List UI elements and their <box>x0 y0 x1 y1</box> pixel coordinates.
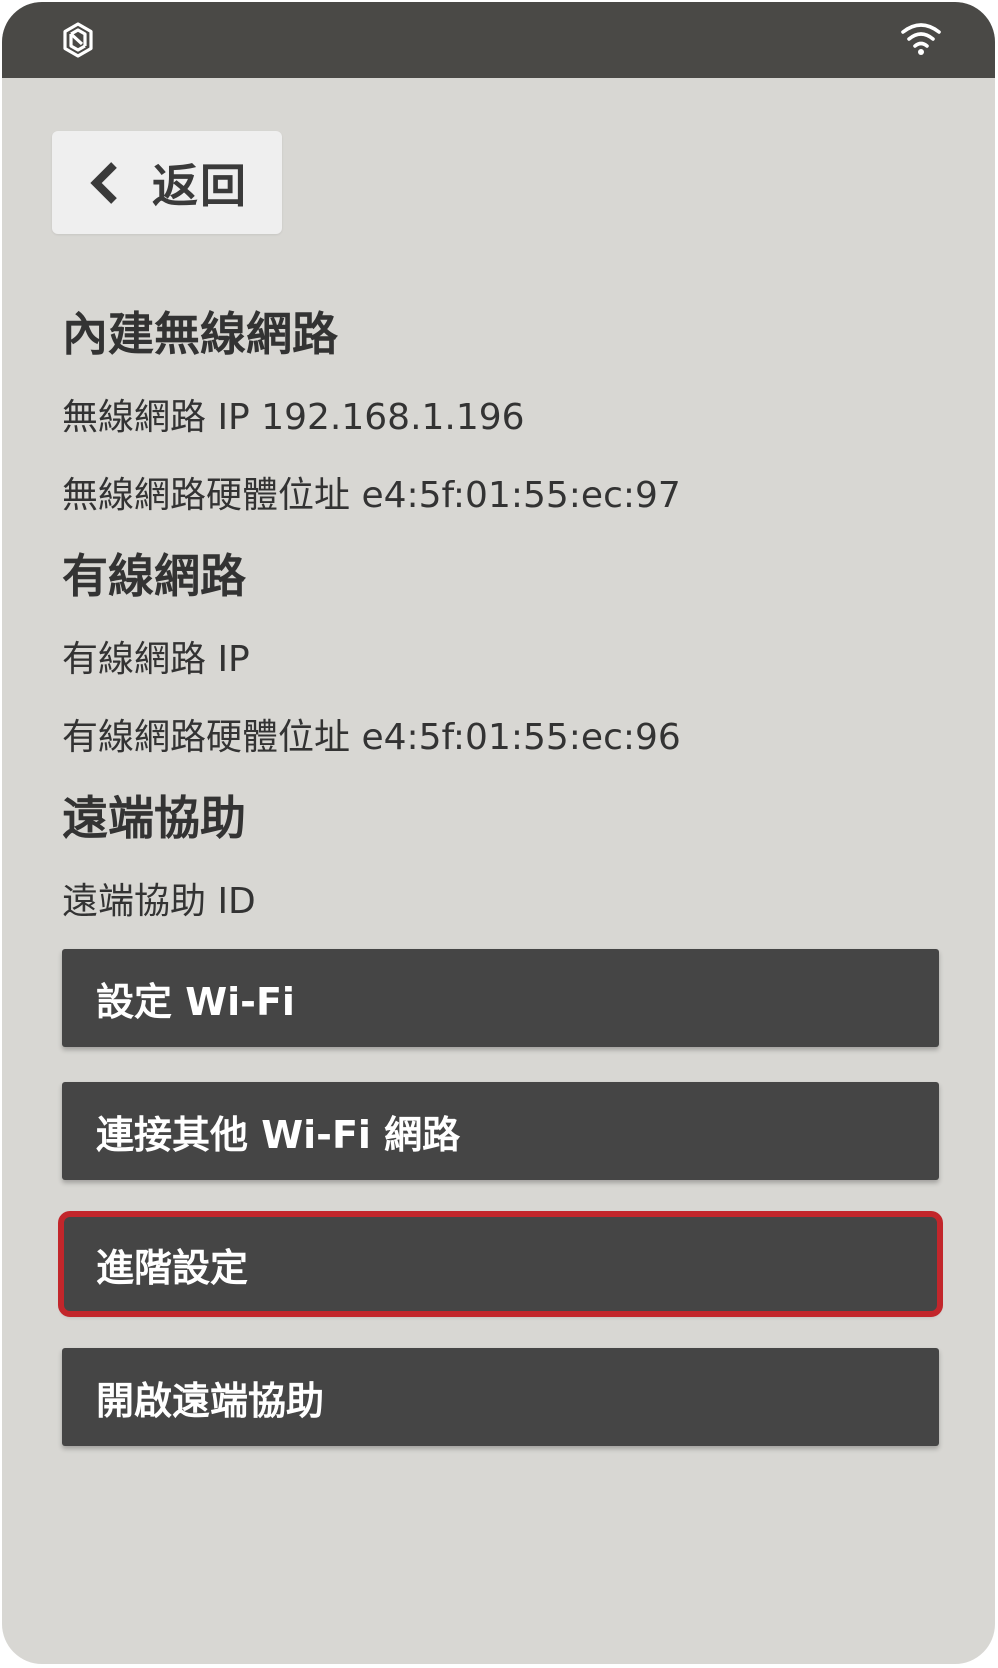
wired-section-title: 有線網路 <box>62 549 246 603</box>
setup-wifi-button[interactable]: 設定 Wi-Fi <box>62 949 939 1047</box>
wired-mac-text: 有線網路硬體位址 e4:5f:01:55:ec:96 <box>62 717 681 758</box>
chevron-left-icon <box>90 161 117 204</box>
wifi-icon[interactable] <box>899 20 943 56</box>
connect-other-wifi-button[interactable]: 連接其他 Wi-Fi 網路 <box>62 1082 939 1180</box>
back-button-label: 返回 <box>152 158 248 213</box>
enable-remote-assist-label: 開啟遠端協助 <box>96 1378 325 1423</box>
setup-wifi-label: 設定 Wi-Fi <box>96 979 295 1024</box>
remote-section-title: 遠端協助 <box>62 791 246 845</box>
status-bar <box>2 2 995 78</box>
advanced-settings-button[interactable]: 進階設定 <box>58 1211 943 1317</box>
app-logo-icon <box>63 22 93 58</box>
remote-id-text: 遠端協助 ID <box>62 881 256 922</box>
connect-other-wifi-label: 連接其他 Wi-Fi 網路 <box>96 1112 461 1157</box>
wireless-mac-text: 無線網路硬體位址 e4:5f:01:55:ec:97 <box>62 475 681 516</box>
device-screen: 返回 內建無線網路 無線網路 IP 192.168.1.196 無線網路硬體位址… <box>2 2 995 1664</box>
back-button[interactable]: 返回 <box>52 131 282 234</box>
wireless-section-title: 內建無線網路 <box>62 307 338 361</box>
advanced-settings-label: 進階設定 <box>96 1245 249 1290</box>
wired-ip-text: 有線網路 IP <box>62 639 250 680</box>
enable-remote-assist-button[interactable]: 開啟遠端協助 <box>62 1348 939 1446</box>
wireless-ip-text: 無線網路 IP 192.168.1.196 <box>62 397 525 438</box>
